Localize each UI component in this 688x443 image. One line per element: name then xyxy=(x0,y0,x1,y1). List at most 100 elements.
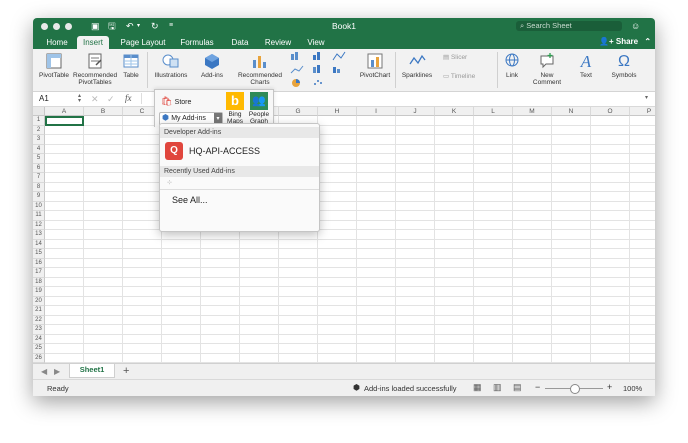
column-header-b[interactable]: B xyxy=(84,107,123,116)
tab-page-layout[interactable]: Page Layout xyxy=(119,36,167,49)
column-header-o[interactable]: O xyxy=(591,107,630,116)
pivottable-button[interactable]: PivotTable xyxy=(37,51,71,79)
row-header-9[interactable]: 9 xyxy=(33,192,45,202)
column-header-m[interactable]: M xyxy=(513,107,552,116)
text-label: Text xyxy=(580,72,592,79)
column-header-l[interactable]: L xyxy=(474,107,513,116)
page-break-view-icon[interactable]: ▤ xyxy=(513,382,522,393)
row-header-25[interactable]: 25 xyxy=(33,344,45,354)
row-header-14[interactable]: 14 xyxy=(33,239,45,249)
row-header-22[interactable]: 22 xyxy=(33,315,45,325)
row-header-21[interactable]: 21 xyxy=(33,306,45,316)
zoom-slider-thumb[interactable] xyxy=(570,384,580,394)
page-layout-view-icon[interactable]: ▥ xyxy=(493,382,502,393)
timeline-button[interactable]: ▭ Timeline xyxy=(443,73,493,80)
slicer-label: Slicer xyxy=(450,54,468,61)
add-sheet-button[interactable]: + xyxy=(123,365,129,377)
collapse-ribbon-icon[interactable]: ⌃ xyxy=(644,37,651,46)
sheet-tab-sheet1[interactable]: Sheet1 xyxy=(69,364,115,378)
row-header-4[interactable]: 4 xyxy=(33,144,45,154)
column-header-n[interactable]: N xyxy=(552,107,591,116)
name-box-stepper-icon[interactable]: ▴ ▾ xyxy=(78,93,81,104)
new-comment-button[interactable]: New Comment xyxy=(527,51,567,86)
row-header-23[interactable]: 23 xyxy=(33,325,45,335)
zoom-in-icon[interactable]: + xyxy=(607,382,612,392)
normal-view-icon[interactable]: ▦ xyxy=(473,382,482,393)
tab-view[interactable]: View xyxy=(305,36,327,49)
pivotchart-button[interactable]: PivotChart xyxy=(357,51,393,79)
addins-dropdown: 🛍 Store ⬢ My Add-ins ▾ b Bing Maps 👥 Peo… xyxy=(154,89,274,127)
column-header-k[interactable]: K xyxy=(435,107,474,116)
row-header-24[interactable]: 24 xyxy=(33,334,45,344)
row-header-8[interactable]: 8 xyxy=(33,182,45,192)
table-button[interactable]: Table xyxy=(119,51,143,79)
recently-used-header: Recently Used Add-ins xyxy=(160,166,319,177)
symbols-button[interactable]: Ω Symbols xyxy=(607,51,641,79)
bing-maps-button[interactable]: b Bing Maps xyxy=(225,92,245,125)
addins-icon xyxy=(197,51,227,71)
search-sheet-input[interactable]: ⌕ Search Sheet xyxy=(516,21,622,31)
column-header-j[interactable]: J xyxy=(396,107,435,116)
tab-formulas[interactable]: Formulas xyxy=(179,36,215,49)
zoom-level[interactable]: 100% xyxy=(623,384,642,393)
slicer-button[interactable]: ▤ Slicer xyxy=(443,54,487,61)
column-header-a[interactable]: A xyxy=(45,107,84,116)
text-button[interactable]: A Text xyxy=(573,51,599,80)
column-header-h[interactable]: H xyxy=(318,107,357,116)
cancel-entry-icon[interactable]: ✕ xyxy=(91,94,99,105)
spreadsheet-grid[interactable]: ABCDEFGHIJKLMNOP 12345678910111213141516… xyxy=(33,107,655,363)
row-header-18[interactable]: 18 xyxy=(33,277,45,287)
row-header-6[interactable]: 6 xyxy=(33,163,45,173)
column-header-p[interactable]: P xyxy=(630,107,655,116)
link-button[interactable]: Link xyxy=(501,51,523,79)
store-button[interactable]: 🛍 Store xyxy=(161,96,201,106)
tab-insert[interactable]: Insert xyxy=(77,36,109,49)
recommended-pivottables-icon xyxy=(73,51,117,71)
grid-row-line xyxy=(45,305,655,306)
expand-formula-icon[interactable]: ▾ xyxy=(645,94,648,101)
row-header-10[interactable]: 10 xyxy=(33,201,45,211)
row-header-15[interactable]: 15 xyxy=(33,249,45,259)
link-label: Link xyxy=(506,72,518,79)
row-header-1[interactable]: 1 xyxy=(33,116,45,126)
row-header-20[interactable]: 20 xyxy=(33,296,45,306)
zoom-out-icon[interactable]: − xyxy=(535,382,540,392)
confirm-entry-icon[interactable]: ✓ xyxy=(107,94,115,105)
row-header-7[interactable]: 7 xyxy=(33,173,45,183)
select-all-corner[interactable] xyxy=(33,107,45,116)
selected-cell-a1[interactable] xyxy=(45,116,84,126)
sparklines-button[interactable]: Sparklines xyxy=(399,51,435,79)
smiley-feedback-icon[interactable]: ☺ xyxy=(631,21,640,31)
row-header-3[interactable]: 3 xyxy=(33,135,45,145)
prev-sheet-icon[interactable]: ◀ xyxy=(41,367,47,376)
row-header-19[interactable]: 19 xyxy=(33,287,45,297)
tab-home[interactable]: Home xyxy=(43,36,71,49)
row-header-2[interactable]: 2 xyxy=(33,125,45,135)
illustrations-label: Illustrations xyxy=(154,72,188,79)
row-header-11[interactable]: 11 xyxy=(33,211,45,221)
recommended-charts-button[interactable]: Recommended Charts xyxy=(237,51,283,86)
chart-type-gallery[interactable] xyxy=(287,51,353,89)
hq-api-access-item[interactable]: Q HQ-API-ACCESS xyxy=(163,141,315,161)
row-header-5[interactable]: 5 xyxy=(33,154,45,164)
new-comment-label-2: Comment xyxy=(532,79,562,86)
next-sheet-icon[interactable]: ▶ xyxy=(54,367,60,376)
illustrations-button[interactable]: Illustrations xyxy=(151,51,191,79)
insert-function-icon[interactable]: fx xyxy=(125,93,132,103)
name-box[interactable]: A1 ▴ ▾ xyxy=(39,93,81,104)
row-header-16[interactable]: 16 xyxy=(33,258,45,268)
tab-review[interactable]: Review xyxy=(263,36,293,49)
recommended-pivottables-button[interactable]: Recommended PivotTables xyxy=(73,51,117,86)
column-header-g[interactable]: G xyxy=(279,107,318,116)
row-header-13[interactable]: 13 xyxy=(33,230,45,240)
addins-button[interactable]: Add-ins xyxy=(197,51,227,79)
row-header-12[interactable]: 12 xyxy=(33,220,45,230)
row-header-26[interactable]: 26 xyxy=(33,353,45,363)
see-all-button[interactable]: See All... xyxy=(172,195,272,205)
zoom-slider[interactable] xyxy=(545,384,603,394)
column-header-i[interactable]: I xyxy=(357,107,396,116)
tab-data[interactable]: Data xyxy=(229,36,251,49)
people-graph-button[interactable]: 👥 People Graph xyxy=(247,92,271,125)
row-header-17[interactable]: 17 xyxy=(33,268,45,278)
share-button[interactable]: 👤+ Share ⌃ xyxy=(599,37,651,46)
